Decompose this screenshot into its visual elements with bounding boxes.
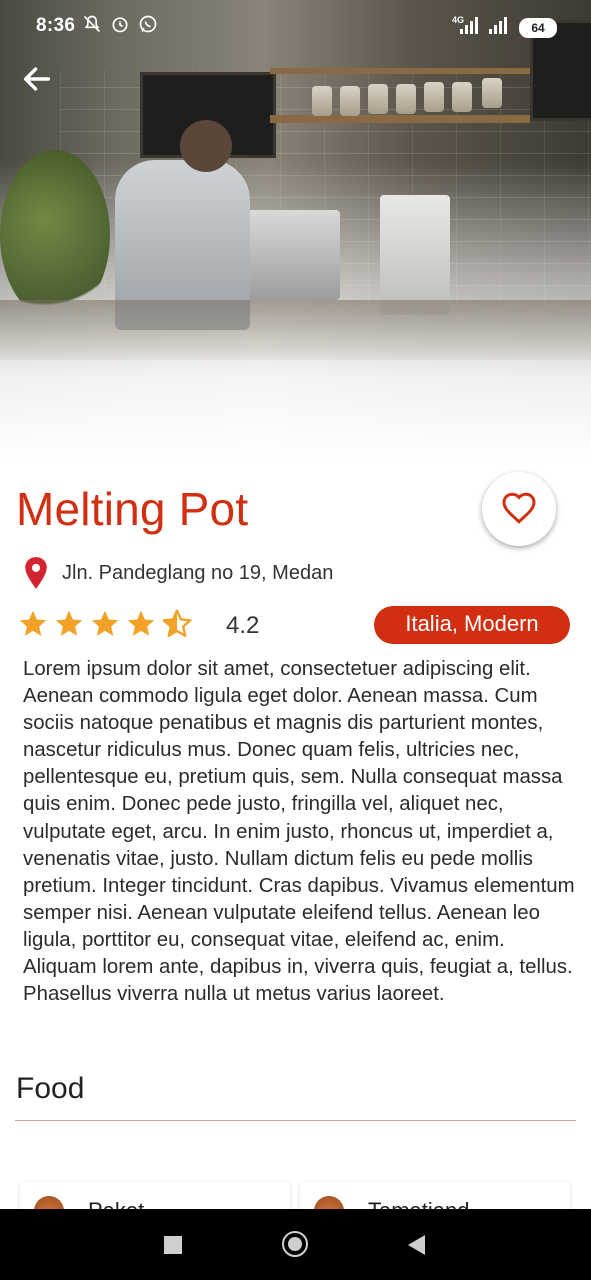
star-filled-icon — [55, 610, 83, 636]
food-section-title: Food — [16, 1072, 85, 1105]
notifications-off-icon — [83, 15, 101, 33]
hero-image — [0, 0, 591, 460]
status-icons — [82, 14, 158, 34]
hero-shelf — [270, 115, 530, 123]
hero-counter — [0, 300, 591, 360]
whatsapp-icon — [139, 15, 157, 33]
star-filled-icon — [127, 610, 155, 636]
back-arrow-icon[interactable] — [20, 62, 54, 96]
battery-indicator: 64 — [519, 18, 557, 38]
system-back-button[interactable] — [408, 1235, 425, 1255]
star-filled-icon — [19, 610, 47, 636]
address-row: Jln. Pandeglang no 19, Medan — [22, 556, 333, 590]
status-bar: 8:36 4G 64 — [0, 0, 591, 54]
recent-apps-button[interactable] — [164, 1236, 182, 1254]
hero-grinder — [380, 195, 450, 315]
status-time: 8:36 — [36, 15, 76, 36]
cuisine-badge: Italia, Modern — [374, 606, 570, 644]
restaurant-name: Melting Pot — [16, 483, 249, 535]
hero-jar — [396, 84, 416, 114]
hero-barista-head — [180, 120, 232, 172]
star-rating — [17, 608, 193, 640]
hero-shelf-top — [270, 68, 530, 74]
home-button[interactable] — [282, 1231, 308, 1257]
hero-jar — [482, 78, 502, 108]
section-divider — [15, 1120, 576, 1121]
rating-value: 4.2 — [226, 612, 260, 639]
hero-coffee-machine — [245, 210, 340, 300]
address-text: Jln. Pandeglang no 19, Medan — [62, 561, 334, 584]
heart-icon — [502, 492, 536, 524]
hero-jar — [312, 86, 332, 116]
hero-jar — [368, 84, 388, 114]
hero-jar — [424, 82, 444, 112]
hero-jar — [452, 82, 472, 112]
favorite-button[interactable] — [482, 472, 556, 546]
restaurant-description: Lorem ipsum dolor sit amet, consectetuer… — [23, 658, 575, 1006]
star-half-icon — [162, 609, 192, 638]
alarm-icon — [112, 17, 128, 33]
location-pin-icon — [25, 557, 47, 589]
hero-jar — [340, 86, 360, 116]
star-filled-icon — [91, 610, 119, 636]
signal-icon — [460, 16, 478, 34]
signal-icon-2 — [489, 16, 507, 34]
hero-plant — [0, 150, 110, 320]
